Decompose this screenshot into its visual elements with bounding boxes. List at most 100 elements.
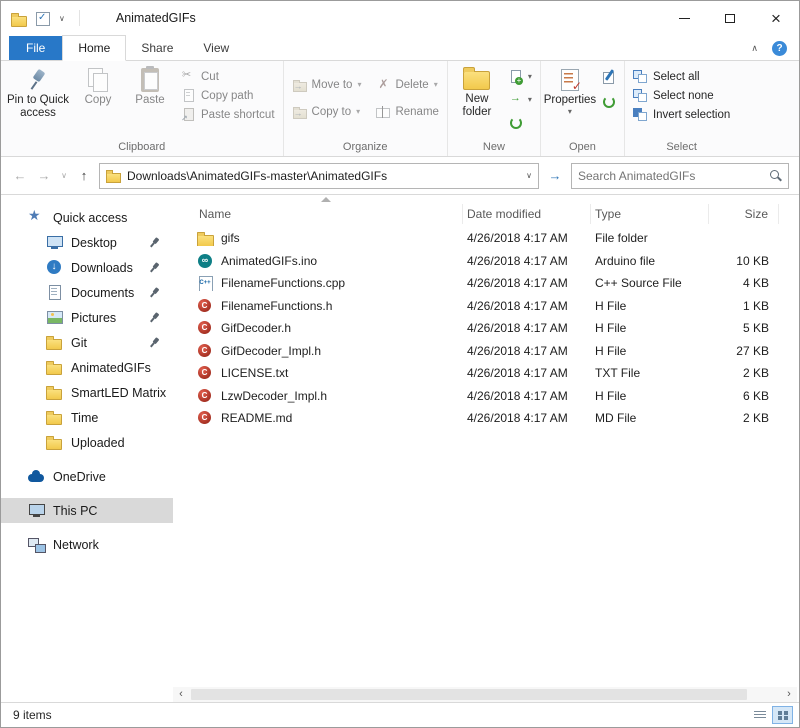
- sync-icon: [508, 116, 523, 129]
- forward-icon[interactable]: →: [35, 168, 53, 183]
- back-icon[interactable]: ←: [11, 168, 29, 183]
- sidebar-item-label: Downloads: [71, 261, 133, 275]
- qat-dropdown-icon[interactable]: ∨: [59, 14, 65, 23]
- copy-path-icon: [181, 89, 196, 102]
- copy-to-button[interactable]: Copy to ▾: [287, 102, 367, 121]
- copy-button[interactable]: Copy: [72, 63, 124, 133]
- file-row[interactable]: AnimatedGIFs.ino 4/26/2018 4:17 AM Ardui…: [195, 250, 799, 273]
- paste-shortcut-icon: [181, 108, 196, 121]
- scrollbar-track[interactable]: [189, 687, 781, 702]
- paste-shortcut-button[interactable]: Paste shortcut: [176, 105, 280, 124]
- history-button[interactable]: [596, 92, 621, 111]
- easy-access-button[interactable]: ▾: [503, 90, 537, 109]
- sidebar-item-label: Desktop: [71, 236, 117, 250]
- address-path[interactable]: Downloads\AnimatedGIFs-master\AnimatedGI…: [127, 169, 520, 183]
- history-icon: [601, 95, 616, 108]
- select-all-button[interactable]: Select all: [628, 67, 705, 86]
- sidebar-item[interactable]: Pictures: [1, 305, 173, 330]
- new-item-icon: [508, 70, 523, 83]
- go-icon[interactable]: →: [545, 168, 565, 183]
- copy-path-button[interactable]: Copy path: [176, 86, 280, 105]
- move-to-button[interactable]: Move to ▾: [287, 75, 367, 94]
- file-date-modified: 4/26/2018 4:17 AM: [463, 366, 591, 380]
- column-header-date-modified[interactable]: Date modified: [463, 204, 591, 224]
- sidebar-item[interactable]: AnimatedGIFs: [1, 355, 173, 380]
- pin-icon: [146, 309, 163, 326]
- sidebar-item[interactable]: Network: [1, 532, 173, 557]
- search-input[interactable]: [578, 169, 769, 183]
- column-header-size[interactable]: Size: [709, 204, 779, 224]
- pin-icon: [146, 234, 163, 251]
- details-view-icon: [754, 711, 766, 720]
- scrollbar-thumb[interactable]: [191, 689, 747, 700]
- close-button[interactable]: ×: [753, 1, 799, 35]
- column-headers: Name Date modified Type Size: [195, 201, 799, 227]
- rename-button[interactable]: Rename: [370, 102, 443, 121]
- file-row[interactable]: LICENSE.txt 4/26/2018 4:17 AM TXT File 2…: [195, 362, 799, 385]
- sidebar-item[interactable]: Quick access: [1, 205, 173, 230]
- sync-button[interactable]: [503, 113, 537, 132]
- sidebar-item[interactable]: Time: [1, 405, 173, 430]
- qat-properties-icon[interactable]: [35, 11, 52, 26]
- invert-selection-button[interactable]: Invert selection: [628, 105, 735, 124]
- pin-icon: [146, 259, 163, 276]
- new-folder-icon: [463, 71, 490, 90]
- address-box[interactable]: Downloads\AnimatedGIFs-master\AnimatedGI…: [99, 163, 539, 189]
- file-row[interactable]: FilenameFunctions.h 4/26/2018 4:17 AM H …: [195, 295, 799, 318]
- properties-button[interactable]: Properties ▾: [544, 63, 596, 133]
- search-box: [571, 163, 789, 189]
- minimize-ribbon-icon[interactable]: ∧: [751, 43, 758, 54]
- pin-to-quick-access-button[interactable]: Pin to Quick access: [4, 63, 72, 133]
- sidebar-item[interactable]: Documents: [1, 280, 173, 305]
- scroll-right-icon[interactable]: ›: [781, 687, 797, 702]
- cut-button[interactable]: Cut: [176, 67, 280, 86]
- copy-to-label: Copy to: [312, 106, 352, 118]
- delete-icon: [375, 78, 390, 91]
- horizontal-scrollbar[interactable]: ‹ ›: [173, 687, 797, 702]
- new-folder-button[interactable]: New folder: [451, 63, 503, 133]
- navigation-pane: Quick access Desktop Downloads: [1, 195, 173, 702]
- file-row[interactable]: FilenameFunctions.cpp 4/26/2018 4:17 AM …: [195, 272, 799, 295]
- sidebar-item[interactable]: This PC: [1, 498, 173, 523]
- file-row[interactable]: README.md 4/26/2018 4:17 AM MD File 2 KB: [195, 407, 799, 430]
- scroll-left-icon[interactable]: ‹: [173, 687, 189, 702]
- sidebar-item-icon: [45, 384, 64, 401]
- new-item-button[interactable]: ▾: [503, 67, 537, 86]
- sidebar-item[interactable]: Git: [1, 330, 173, 355]
- delete-button[interactable]: Delete ▾: [370, 75, 443, 94]
- sidebar-item[interactable]: Desktop: [1, 230, 173, 255]
- maximize-button[interactable]: [707, 1, 753, 35]
- sidebar-item-icon: [45, 334, 64, 351]
- select-none-button[interactable]: Select none: [628, 86, 719, 105]
- file-row[interactable]: gifs 4/26/2018 4:17 AM File folder: [195, 227, 799, 250]
- pin-icon: [27, 68, 49, 92]
- file-type: TXT File: [591, 366, 709, 380]
- tab-home[interactable]: Home: [62, 35, 126, 61]
- help-icon[interactable]: ?: [772, 41, 787, 56]
- sidebar-item[interactable]: Downloads: [1, 255, 173, 280]
- tab-share[interactable]: Share: [126, 36, 188, 60]
- file-row[interactable]: GifDecoder_Impl.h 4/26/2018 4:17 AM H Fi…: [195, 340, 799, 363]
- large-icons-view-button[interactable]: [772, 706, 793, 724]
- file-type: C++ Source File: [591, 276, 709, 290]
- address-dropdown-icon[interactable]: ∨: [526, 171, 532, 180]
- sidebar-item[interactable]: OneDrive: [1, 464, 173, 489]
- up-icon[interactable]: ↑: [75, 168, 93, 183]
- column-header-name[interactable]: Name: [195, 204, 463, 224]
- easy-access-dropdown-icon: ▾: [528, 95, 532, 104]
- file-type: H File: [591, 321, 709, 335]
- search-icon[interactable]: [769, 169, 782, 182]
- recent-locations-icon[interactable]: ∨: [59, 171, 69, 180]
- details-view-button[interactable]: [749, 706, 770, 724]
- sidebar-item[interactable]: SmartLED Matrix: [1, 380, 173, 405]
- edit-button[interactable]: [596, 67, 621, 86]
- paste-button[interactable]: Paste: [124, 63, 176, 133]
- tab-view[interactable]: View: [188, 36, 244, 60]
- minimize-button[interactable]: [661, 1, 707, 35]
- sidebar-item[interactable]: Uploaded: [1, 430, 173, 455]
- column-header-type[interactable]: Type: [591, 204, 709, 224]
- ribbon: Pin to Quick access Copy Paste Cut: [1, 61, 799, 157]
- file-row[interactable]: GifDecoder.h 4/26/2018 4:17 AM H File 5 …: [195, 317, 799, 340]
- file-row[interactable]: LzwDecoder_Impl.h 4/26/2018 4:17 AM H Fi…: [195, 385, 799, 408]
- tab-file[interactable]: File: [9, 36, 62, 60]
